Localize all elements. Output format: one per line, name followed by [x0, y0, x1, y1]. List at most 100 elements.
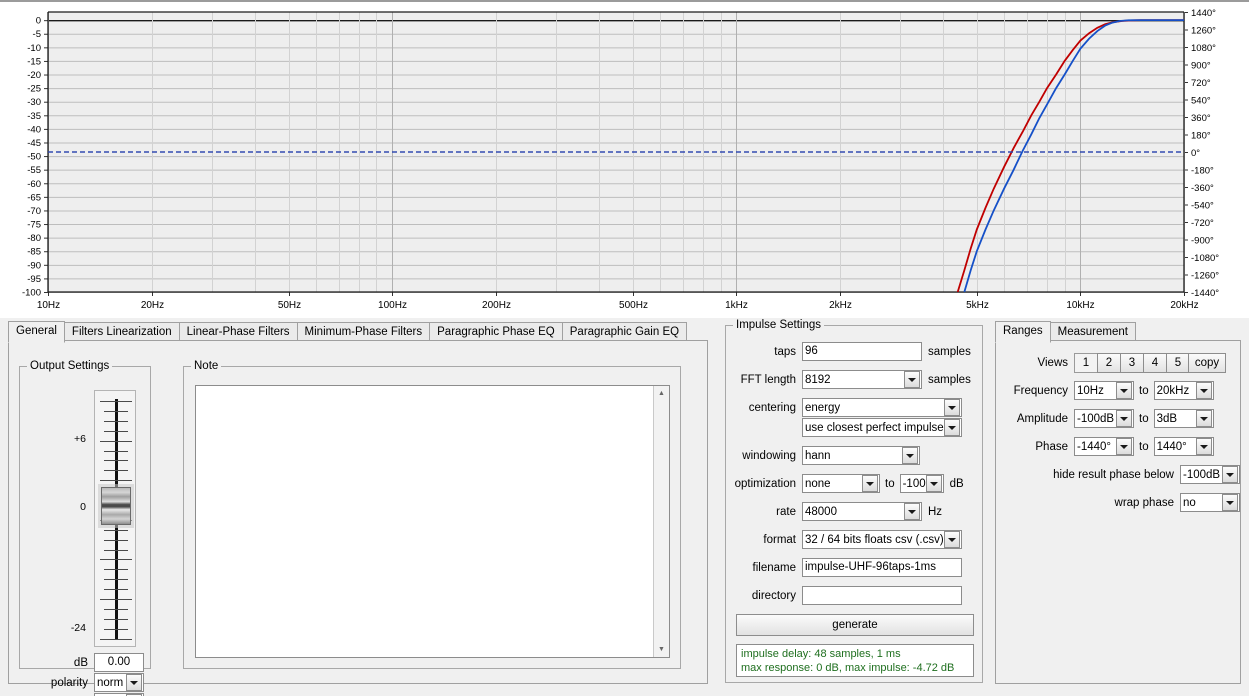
rate-unit: Hz — [928, 505, 943, 518]
amplitude-from-select[interactable]: -100dB — [1074, 409, 1134, 428]
chevron-down-icon[interactable] — [126, 674, 142, 691]
chevron-down-icon[interactable] — [904, 503, 920, 520]
scroll-up-icon[interactable]: ▲ — [654, 386, 669, 401]
filename-input[interactable]: impulse-UHF-96taps-1ms — [802, 558, 962, 577]
optimization-select[interactable]: none — [802, 474, 880, 493]
axis-label-phase: 1260° — [1191, 26, 1216, 37]
output-settings-legend: Output Settings — [27, 360, 113, 372]
chevron-down-icon[interactable] — [1195, 438, 1212, 455]
status-line-1: impulse delay: 48 samples, 1 ms — [741, 648, 901, 660]
phase-from-value: -1440° — [1077, 440, 1112, 453]
chevron-down-icon[interactable] — [925, 475, 942, 492]
fader-tick — [104, 628, 128, 630]
amplitude-to-value: 3dB — [1156, 412, 1178, 425]
filename-label: filename — [752, 561, 796, 574]
axis-label-phase: 180° — [1191, 131, 1211, 142]
chevron-down-icon[interactable] — [1116, 438, 1132, 455]
format-select[interactable]: 32 / 64 bits floats csv (.csv) — [802, 530, 962, 549]
fader-tick — [104, 618, 128, 620]
axis-label-amplitude: -40 — [27, 124, 41, 135]
frequency-to-select[interactable]: 20kHz — [1153, 381, 1214, 400]
generate-button[interactable]: generate — [736, 614, 974, 636]
fft-length-select[interactable]: 8192 — [802, 370, 922, 389]
view-button-1[interactable]: 1 — [1074, 353, 1098, 373]
gain-db-value[interactable]: 0.00 — [94, 653, 144, 672]
fader-tick — [104, 569, 128, 571]
views-button-group: 12345 — [1074, 353, 1190, 373]
tab-general[interactable]: General — [8, 321, 65, 343]
axis-label-phase: 900° — [1191, 61, 1211, 72]
output-fader[interactable] — [94, 390, 136, 647]
axis-label-phase: 360° — [1191, 113, 1211, 124]
windowing-value: hann — [805, 449, 831, 462]
note-text[interactable] — [196, 386, 653, 657]
view-button-5[interactable]: 5 — [1166, 353, 1190, 373]
frequency-response-plot[interactable]: 0 -5 -10 -15 -20 -25 -30 -35 -40 -45 -50 -55 -60 -65 -… — [0, 0, 1249, 318]
ranges-tab-panel: Views 12345 copy Frequency 10Hz to 20kHz… — [995, 340, 1241, 684]
note-scrollbar[interactable]: ▲ ▼ — [653, 386, 669, 657]
axis-label-phase: -1080° — [1191, 253, 1219, 264]
polarity-value: norm — [97, 676, 124, 689]
centering-impulse-select[interactable]: use closest perfect impulse — [802, 418, 962, 437]
wrap-phase-select[interactable]: no — [1180, 493, 1240, 512]
phase-to-select[interactable]: 1440° — [1153, 437, 1214, 456]
frequency-from-select[interactable]: 10Hz — [1074, 381, 1134, 400]
polarity-select[interactable]: norm — [94, 673, 144, 692]
axis-label-phase: -1440° — [1191, 288, 1219, 299]
fader-tick — [104, 608, 128, 610]
scroll-down-icon[interactable]: ▼ — [654, 642, 669, 657]
rate-select[interactable]: 48000 — [802, 502, 922, 521]
fader-tick — [104, 579, 128, 581]
frequency-label: Frequency — [1013, 384, 1068, 397]
centering-label: centering — [748, 401, 796, 414]
fader-tick — [100, 559, 132, 561]
chevron-down-icon[interactable] — [902, 447, 918, 464]
note-legend: Note — [191, 360, 222, 372]
tab-ranges[interactable]: Ranges — [995, 321, 1051, 343]
fader-thumb[interactable] — [101, 487, 131, 525]
axis-label-phase: -720° — [1191, 218, 1214, 229]
fader-tick — [100, 480, 132, 482]
fader-tick — [104, 470, 128, 472]
chevron-down-icon[interactable] — [904, 371, 920, 388]
axis-label-amplitude: -80 — [27, 233, 41, 244]
fader-tick — [104, 410, 128, 412]
chevron-down-icon[interactable] — [944, 419, 960, 436]
chevron-down-icon[interactable] — [944, 399, 960, 416]
view-button-4[interactable]: 4 — [1143, 353, 1167, 373]
windowing-label: windowing — [742, 449, 796, 462]
views-copy-button[interactable]: copy — [1188, 353, 1226, 373]
note-textarea[interactable]: ▲ ▼ — [195, 385, 670, 658]
wrap-phase-value: no — [1183, 496, 1196, 509]
chevron-down-icon[interactable] — [1116, 410, 1132, 427]
axis-label-amplitude: -75 — [27, 220, 41, 231]
impulse-settings-legend: Impulse Settings — [733, 319, 825, 331]
axis-label-amplitude: -55 — [27, 165, 41, 176]
optimization-unit: dB — [949, 477, 964, 490]
optimization-level-select[interactable]: -100 — [899, 474, 944, 493]
directory-input[interactable] — [802, 586, 962, 605]
hide-phase-label: hide result phase below — [1053, 468, 1174, 481]
chevron-down-icon[interactable] — [1222, 466, 1238, 483]
note-group: Note ▲ ▼ — [183, 360, 681, 669]
phase-from-select[interactable]: -1440° — [1074, 437, 1134, 456]
taps-input[interactable]: 96 — [802, 342, 922, 361]
windowing-select[interactable]: hann — [802, 446, 920, 465]
status-line-2: max response: 0 dB, max impulse: -4.72 d… — [741, 662, 955, 674]
axis-label-frequency: 50Hz — [278, 300, 301, 311]
centering-mode-select[interactable]: energy — [802, 398, 962, 417]
chevron-down-icon[interactable] — [1222, 494, 1238, 511]
view-button-2[interactable]: 2 — [1097, 353, 1121, 373]
amplitude-to-select[interactable]: 3dB — [1153, 409, 1214, 428]
chevron-down-icon[interactable] — [862, 475, 878, 492]
chevron-down-icon[interactable] — [1195, 410, 1212, 427]
chevron-down-icon[interactable] — [944, 531, 960, 548]
hide-phase-select[interactable]: -100dB — [1180, 465, 1240, 484]
fader-tick — [100, 599, 132, 600]
axis-label-amplitude: -5 — [33, 29, 41, 40]
axis-label-phase: -900° — [1191, 236, 1214, 247]
axis-label-amplitude: -10 — [27, 43, 41, 54]
chevron-down-icon[interactable] — [1116, 382, 1132, 399]
chevron-down-icon[interactable] — [1195, 382, 1212, 399]
view-button-3[interactable]: 3 — [1120, 353, 1144, 373]
